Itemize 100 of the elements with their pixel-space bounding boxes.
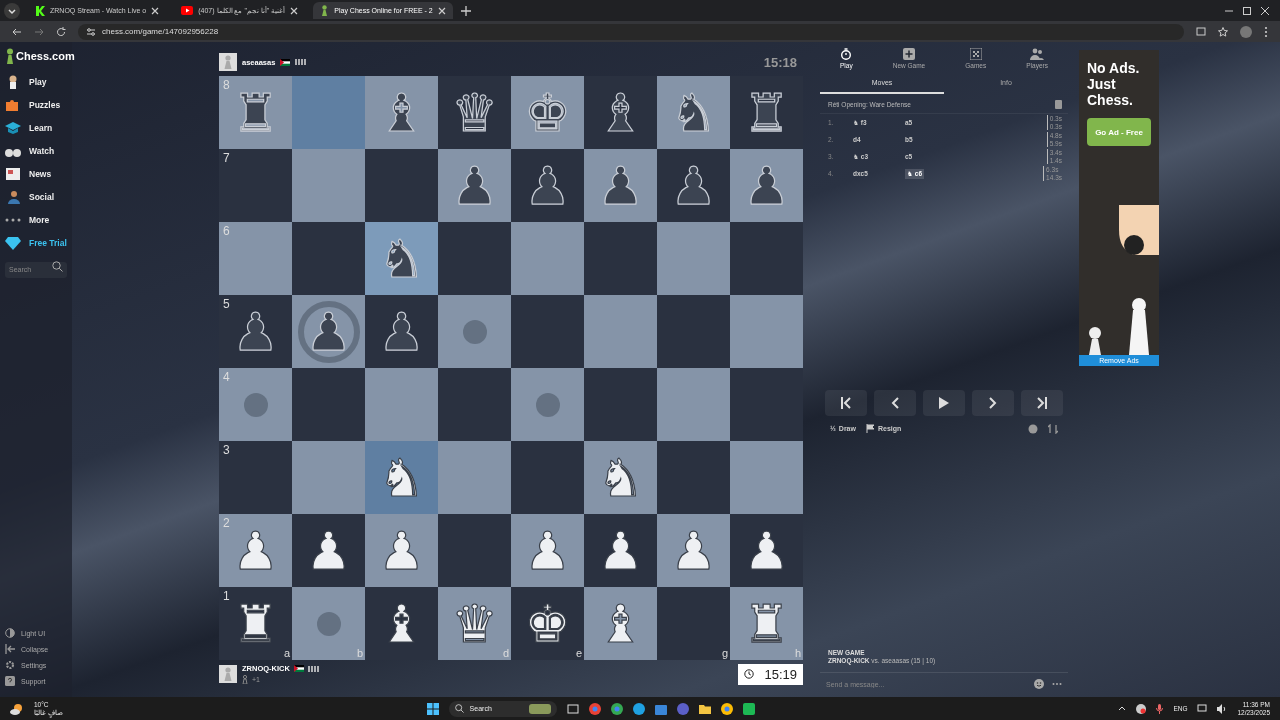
rank-label: 1 [223, 589, 230, 603]
nav-item[interactable]: Social [5, 185, 70, 208]
chess-piece[interactable]: ♞ [378, 451, 425, 504]
chevron-up-icon[interactable] [1118, 706, 1127, 711]
task-view-icon[interactable] [566, 702, 579, 715]
close-icon[interactable] [151, 6, 160, 15]
volume-icon[interactable] [1217, 703, 1228, 714]
nav-item[interactable]: News [5, 162, 70, 185]
flag-icon [293, 665, 304, 672]
board-square[interactable]: ♞ [365, 441, 438, 514]
board-square[interactable]: ♝ [365, 587, 438, 660]
next-move-button[interactable] [972, 389, 1014, 416]
emoji-icon[interactable] [1034, 679, 1044, 689]
board-square[interactable]: ♞ [657, 76, 730, 149]
app-icon[interactable] [676, 702, 689, 715]
flag-icon [280, 58, 291, 66]
tab-list-icon[interactable] [4, 2, 20, 19]
browser-icon[interactable] [720, 702, 733, 715]
browser-icon[interactable] [588, 702, 601, 715]
weather-icon[interactable] [10, 702, 24, 715]
rank-label: 4 [223, 370, 230, 384]
chess-piece[interactable]: ♝ [378, 86, 425, 139]
network-icon[interactable] [1197, 703, 1208, 714]
board-square[interactable]: ♝ [365, 76, 438, 149]
close-icon[interactable] [290, 6, 299, 15]
app-tray-icon[interactable] [1136, 703, 1147, 714]
board-square[interactable]: ♟ [584, 149, 657, 222]
site-logo[interactable]: Chess.com [5, 48, 75, 64]
address-bar[interactable]: chess.com/game/147092956228 [78, 23, 1184, 40]
edge-icon[interactable] [632, 702, 645, 715]
chess-piece[interactable]: ♞ [378, 232, 425, 285]
board-square[interactable]: g [657, 587, 730, 660]
microphone-icon[interactable] [1156, 703, 1164, 714]
star-icon[interactable] [1218, 26, 1228, 37]
chess-piece[interactable]: ♟ [597, 159, 644, 212]
move-hint-dot[interactable] [243, 392, 268, 417]
chess-piece[interactable]: ♟ [597, 524, 644, 577]
nav-item[interactable]: More [5, 208, 70, 231]
reload-icon[interactable] [56, 26, 66, 37]
skip-back-icon [841, 396, 851, 409]
profile-icon[interactable] [1240, 25, 1252, 38]
windows-start-icon[interactable] [426, 702, 439, 715]
store-icon[interactable] [654, 702, 667, 715]
new-tab-icon[interactable] [460, 5, 471, 16]
grid-icon [969, 48, 982, 60]
chevron-right-icon [989, 396, 997, 409]
flip-board-icon[interactable] [1048, 423, 1058, 434]
ad-headline: No Ads. Just Chess. [1086, 59, 1141, 109]
forward-icon[interactable] [34, 26, 44, 37]
chess-piece[interactable]: ♞ [670, 86, 717, 139]
puzzle-icon [5, 97, 21, 112]
more-icon[interactable] [1052, 682, 1062, 686]
board-square[interactable]: ♟ [292, 295, 365, 368]
nav-item[interactable]: Free Trial [5, 231, 70, 254]
first-move-button[interactable] [825, 389, 867, 416]
play-button[interactable] [923, 389, 965, 416]
app-icon[interactable] [742, 702, 755, 715]
board-square[interactable]: ♟ [730, 514, 803, 587]
search-icon[interactable] [52, 261, 63, 272]
nav-item[interactable]: Play [5, 70, 70, 93]
site-settings-icon[interactable] [86, 26, 96, 37]
folder-icon[interactable] [698, 702, 711, 715]
nav-item[interactable]: Watch [5, 139, 70, 162]
nav-item[interactable]: Learn [5, 116, 70, 139]
board-square[interactable]: ♞ [365, 222, 438, 295]
board-square[interactable]: ♟ [730, 149, 803, 222]
board-square[interactable]: 3 [219, 441, 292, 514]
collapse-icon [5, 644, 15, 654]
chess-piece[interactable]: ♟ [305, 524, 352, 577]
back-icon[interactable] [12, 26, 22, 37]
board-square[interactable]: 7 [219, 149, 292, 222]
move-hint-dot[interactable] [462, 319, 487, 344]
close-icon[interactable] [1260, 5, 1270, 16]
rank-label: 6 [223, 224, 230, 238]
k-logo-icon [35, 5, 45, 16]
chess-piece[interactable]: ♜ [232, 86, 279, 139]
close-icon[interactable] [437, 6, 446, 15]
chess-piece[interactable]: ♟ [743, 159, 790, 212]
chess-piece[interactable]: ♝ [378, 597, 425, 650]
move-hint-dot[interactable] [316, 611, 341, 636]
move-hint-dot[interactable] [535, 392, 560, 417]
menu-icon[interactable] [1264, 25, 1268, 38]
chess-piece[interactable]: ♚ [524, 597, 571, 650]
browser-icon[interactable] [610, 702, 623, 715]
chess-piece[interactable]: ♜ [232, 597, 279, 650]
newspaper-icon [5, 166, 21, 181]
chess-piece[interactable]: ♟ [743, 524, 790, 577]
board-square[interactable]: ♟ [438, 149, 511, 222]
maximize-icon[interactable] [1242, 5, 1252, 16]
chess-piece[interactable]: ♟ [305, 305, 352, 358]
rank-label: 2 [223, 516, 230, 530]
nav-item[interactable]: Puzzles [5, 93, 70, 116]
board-square[interactable]: ♟ [292, 514, 365, 587]
install-icon[interactable] [1196, 26, 1206, 37]
rank-label: 5 [223, 297, 230, 311]
stopwatch-icon [840, 48, 853, 60]
file-label: b [356, 648, 363, 659]
chess-piece[interactable]: ♟ [451, 159, 498, 212]
last-move-button[interactable] [1021, 389, 1063, 416]
previous-move-button[interactable] [874, 389, 916, 416]
